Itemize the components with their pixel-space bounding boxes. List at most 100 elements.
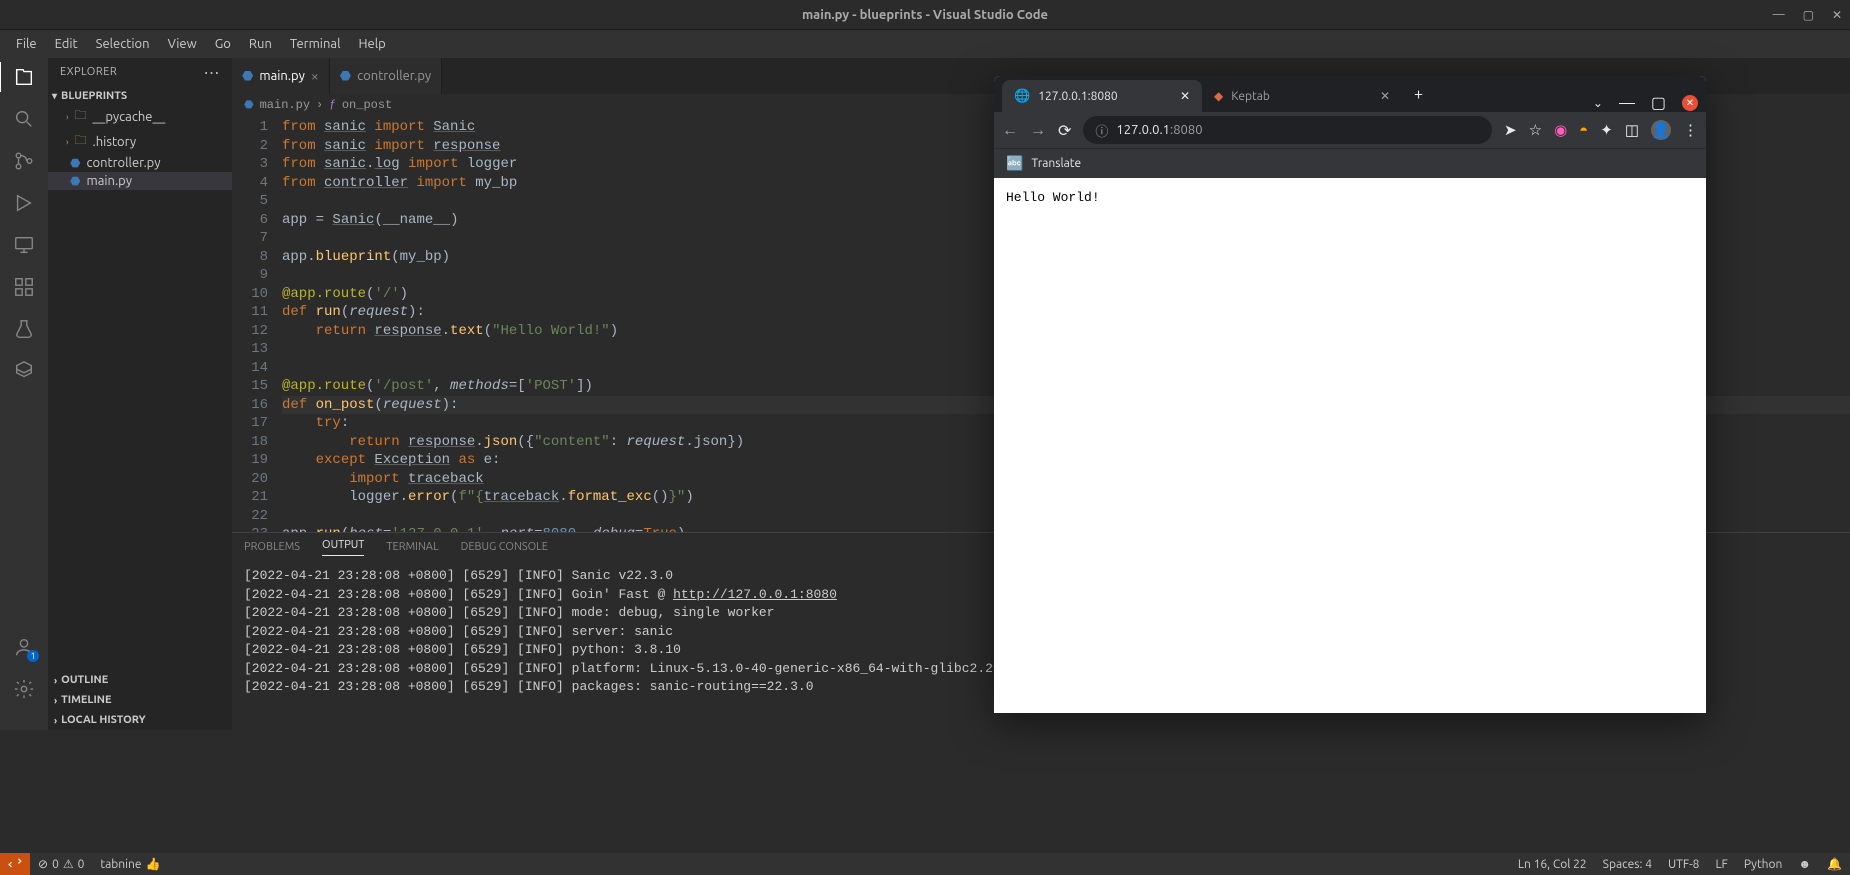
tree-file-controller[interactable]: ⬣ controller.py	[48, 154, 232, 172]
chevron-right-icon: ›	[66, 112, 69, 122]
tabnine-icon: 👍	[146, 857, 161, 871]
explorer-more-icon[interactable]: ⋯	[204, 63, 221, 82]
testing-icon[interactable]	[13, 318, 35, 340]
tree-file-main[interactable]: ⬣ main.py	[48, 172, 232, 190]
chevron-down-icon[interactable]: ⌄	[1593, 96, 1603, 110]
extension-icon-2[interactable]: ◓	[1579, 121, 1588, 139]
scm-icon[interactable]	[13, 150, 35, 172]
bookmark-star-icon[interactable]: ☆	[1529, 121, 1542, 139]
chevron-right-icon: ›	[54, 715, 57, 726]
line-gutter: 1234567891011121314151617181920212223	[232, 116, 282, 532]
timeline-section[interactable]: ›TIMELINE	[48, 690, 232, 710]
new-tab-button[interactable]: +	[1402, 85, 1435, 103]
status-spaces[interactable]: Spaces: 4	[1595, 858, 1660, 871]
close-icon[interactable]: ✕	[1380, 89, 1390, 103]
status-eol[interactable]: LF	[1707, 858, 1735, 871]
close-icon[interactable]: ×	[311, 68, 319, 84]
browser-window: 🌐 127.0.0.1:8080 ✕ ◆ Keptab ✕ + ⌄ — ▢ ✕ …	[994, 76, 1706, 713]
status-lang[interactable]: Python	[1736, 858, 1791, 871]
breadcrumb-symbol: on_post	[342, 98, 392, 112]
browser-tab-label: 127.0.0.1:8080	[1038, 90, 1118, 103]
activity-bar: 1	[0, 58, 48, 730]
project-root[interactable]: ▾ BLUEPRINTS	[48, 88, 232, 104]
reload-icon[interactable]: ⟳	[1058, 121, 1071, 140]
browser-close-icon[interactable]: ✕	[1682, 95, 1698, 111]
status-errors[interactable]: ⊘0⚠0	[30, 857, 92, 871]
chevron-right-icon: ›	[54, 695, 57, 706]
python-file-icon: ⬣	[244, 98, 254, 112]
explorer-icon[interactable]	[13, 66, 35, 88]
sidepanel-icon[interactable]: ◫	[1625, 121, 1639, 139]
profile-avatar-icon[interactable]: 👤	[1651, 120, 1671, 140]
chevron-right-icon: ›	[54, 675, 57, 686]
status-tabnine[interactable]: tabnine👍	[92, 857, 168, 871]
window-title: main.py - blueprints - Visual Studio Cod…	[802, 8, 1048, 22]
browser-tabstrip: 🌐 127.0.0.1:8080 ✕ ◆ Keptab ✕ + ⌄ — ▢ ✕	[994, 76, 1706, 112]
url-port: :8080	[1170, 123, 1203, 137]
site-info-icon[interactable]: ⓘ	[1095, 121, 1108, 140]
status-feedback-icon[interactable]: ☻	[1790, 857, 1819, 871]
back-icon[interactable]: ←	[1002, 121, 1018, 140]
menu-edit[interactable]: Edit	[47, 33, 86, 55]
status-cursor[interactable]: Ln 16, Col 22	[1510, 858, 1595, 871]
tree-label: controller.py	[86, 156, 160, 170]
tab-label: controller.py	[357, 69, 431, 83]
tab-main[interactable]: ⬣ main.py ×	[232, 58, 330, 94]
panel-tab-terminal[interactable]: TERMINAL	[386, 541, 438, 553]
remote-indicator[interactable]	[0, 853, 30, 875]
extension-icon-1[interactable]: ◉	[1554, 121, 1567, 139]
menu-go[interactable]: Go	[207, 33, 239, 55]
run-debug-icon[interactable]	[13, 192, 35, 214]
tree-label: .history	[93, 135, 137, 149]
error-icon: ⊘	[38, 857, 48, 871]
panel-tab-output[interactable]: OUTPUT	[322, 539, 364, 556]
menu-file[interactable]: File	[8, 33, 45, 55]
chevron-right-icon: ›	[66, 137, 69, 147]
bookmark-translate[interactable]: Translate	[1031, 157, 1081, 170]
panel-tab-problems[interactable]: PROBLEMS	[244, 541, 300, 553]
browser-maximize-icon[interactable]: ▢	[1651, 93, 1666, 112]
project-root-label: BLUEPRINTS	[61, 90, 127, 102]
extension-icon: ◆	[1214, 89, 1223, 103]
account-icon[interactable]: 1	[13, 636, 35, 658]
menu-view[interactable]: View	[160, 33, 205, 55]
browser-tab-keptab[interactable]: ◆ Keptab ✕	[1202, 80, 1402, 112]
statusbar: ⊘0⚠0 tabnine👍 Ln 16, Col 22 Spaces: 4 UT…	[0, 853, 1850, 875]
browser-minimize-icon[interactable]: —	[1619, 94, 1635, 112]
os-maximize-icon[interactable]: ▢	[1803, 8, 1814, 22]
tree-folder-pycache[interactable]: › 🗀 __pycache__	[48, 104, 232, 129]
browser-tab-label: Keptab	[1231, 90, 1270, 103]
menubar: File Edit Selection View Go Run Terminal…	[0, 30, 1850, 58]
close-icon[interactable]: ✕	[1180, 89, 1190, 103]
browser-menu-icon[interactable]: ⋮	[1683, 121, 1698, 139]
tree-folder-history[interactable]: › 🗀 .history	[48, 129, 232, 154]
database-icon[interactable]	[13, 360, 35, 382]
tab-controller[interactable]: ⬣ controller.py	[330, 58, 442, 94]
outline-section[interactable]: ›OUTLINE	[48, 670, 232, 690]
chevron-down-icon: ▾	[52, 90, 57, 102]
os-minimize-icon[interactable]: —	[1773, 8, 1785, 21]
os-close-icon[interactable]: ✕	[1832, 8, 1842, 22]
status-bell-icon[interactable]: 🔔	[1819, 857, 1850, 871]
status-encoding[interactable]: UTF-8	[1660, 858, 1707, 871]
breadcrumb-file: main.py	[260, 98, 310, 112]
address-bar[interactable]: ⓘ 127.0.0.1:8080	[1083, 116, 1492, 144]
warning-icon: ⚠	[63, 857, 74, 871]
extensions-puzzle-icon[interactable]: ✦	[1600, 121, 1613, 139]
tree-label: __pycache__	[93, 110, 166, 124]
tab-label: main.py	[259, 69, 305, 83]
browser-viewport: Hello World!	[994, 178, 1706, 713]
panel-tab-debug[interactable]: DEBUG CONSOLE	[461, 541, 548, 553]
menu-help[interactable]: Help	[350, 33, 393, 55]
send-icon[interactable]: ➤	[1504, 121, 1517, 139]
settings-gear-icon[interactable]	[13, 678, 35, 700]
forward-icon[interactable]: →	[1030, 121, 1046, 140]
menu-terminal[interactable]: Terminal	[282, 33, 349, 55]
remote-explorer-icon[interactable]	[13, 234, 35, 256]
search-icon[interactable]	[13, 108, 35, 130]
browser-tab-active[interactable]: 🌐 127.0.0.1:8080 ✕	[1002, 80, 1202, 112]
menu-selection[interactable]: Selection	[88, 33, 158, 55]
menu-run[interactable]: Run	[241, 33, 280, 55]
extensions-icon[interactable]	[13, 276, 35, 298]
local-history-section[interactable]: ›LOCAL HISTORY	[48, 710, 232, 730]
